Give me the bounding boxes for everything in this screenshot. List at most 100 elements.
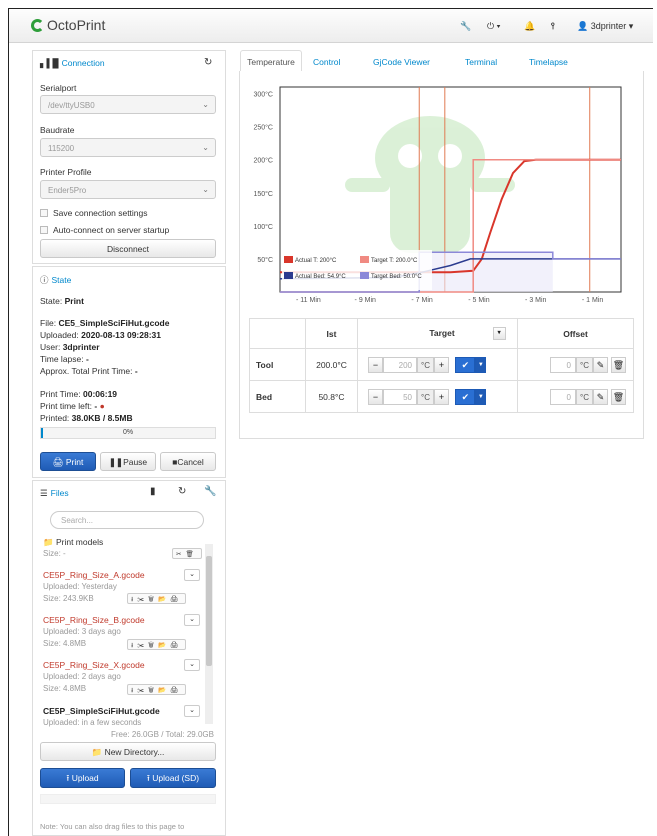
file-name[interactable]: CE5P_Ring_Size_X.gcode (43, 660, 203, 670)
refresh-icon[interactable]: ↻ (204, 57, 212, 68)
tool-offset-input[interactable]: 0 (550, 356, 576, 373)
bell-icon[interactable]: 🔔 (524, 21, 535, 32)
decrement-button[interactable]: − (368, 388, 383, 405)
file-actions[interactable]: ⭳✂🗑📂🖨 (127, 684, 187, 695)
signal-icon: ▖▌█ (40, 58, 59, 68)
file-name[interactable]: CE5P_Ring_Size_B.gcode (43, 615, 203, 625)
confirm-dropdown[interactable]: ▼ (475, 388, 487, 405)
legend-swatch (284, 256, 293, 263)
wrench-icon[interactable]: 🔧 (460, 21, 471, 32)
print-button[interactable]: 🖨 Print (40, 452, 96, 471)
x-tick-label: - 1 Min (582, 297, 604, 304)
folder-actions[interactable]: ✂🗑 (172, 548, 202, 559)
scrollbar-thumb[interactable] (206, 556, 212, 666)
disconnect-button[interactable]: Disconnect (40, 239, 216, 258)
confirm-button[interactable]: ✔ (455, 356, 476, 373)
tab-terminal[interactable]: Terminal (465, 57, 497, 67)
file-actions[interactable]: ⭳✂🗑📂🖨 (127, 593, 187, 604)
target-menu-dropdown[interactable]: ▾ (492, 327, 506, 340)
printer-profile-select[interactable]: Ender5Pro ⌄ (40, 180, 216, 199)
baudrate-select[interactable]: 115200 ⌄ (40, 138, 216, 157)
printer-profile-label: Printer Profile (40, 167, 92, 177)
chevron-down-icon[interactable]: ⌄ (184, 569, 200, 581)
progress-text: 0% (122, 429, 134, 436)
row-bed-actual: 50.8°C (305, 380, 358, 413)
files-scrollbar[interactable] (205, 544, 213, 724)
serialport-select[interactable]: /dev/ttyUSB0 ⌄ (40, 95, 216, 114)
file-name[interactable]: CE5P_Ring_Size_A.gcode (43, 570, 203, 580)
uploaded-value: 2020-08-13 09:28:31 (81, 330, 162, 340)
increment-button[interactable]: + (433, 388, 449, 405)
timeleft-line: Print time left: - ● (40, 401, 105, 411)
approx-label: Approx. Total Print Time: (40, 366, 133, 376)
search-input[interactable]: Search... (50, 511, 204, 529)
row-tool-actual: 200.0°C (305, 348, 358, 381)
new-directory-button[interactable]: 📁 New Directory... (40, 742, 216, 761)
brand[interactable]: OctoPrint (31, 17, 105, 33)
header-target: Target ▾ (357, 318, 518, 349)
bed-target-input[interactable]: 50 (383, 388, 417, 405)
confirm-dropdown[interactable]: ▼ (475, 356, 487, 373)
printtime-label: Print Time: (40, 389, 81, 399)
x-tick-label: - 11 Min (296, 297, 321, 304)
baudrate-label: Baudrate (40, 125, 75, 135)
info-icon: ⓘ (40, 275, 49, 285)
upload-button[interactable]: ⭱ Upload (40, 768, 125, 788)
chevron-down-icon[interactable]: ⌄ (184, 705, 200, 717)
y-tick-label: 250°C (253, 124, 273, 132)
navbar: OctoPrint 🔧 ⏻ ▾ 🔔 ⫯ 👤 3dprinter ▾ (9, 9, 653, 43)
tab-gcode-viewer[interactable]: GjCode Viewer (373, 57, 430, 67)
row-bed-name: Bed (249, 380, 306, 413)
state-header[interactable]: ⓘ State (40, 274, 71, 288)
chevron-down-icon[interactable]: ⌄ (184, 659, 200, 671)
user-name: 3dprinter (590, 21, 627, 31)
increment-button[interactable]: + (433, 356, 449, 373)
refresh-icon[interactable]: ↻ (178, 486, 186, 497)
state-label: State: (40, 296, 63, 306)
pencil-icon[interactable]: ✎ (592, 388, 608, 405)
checkbox-box (40, 226, 48, 234)
printed-label: Printed: (40, 413, 70, 423)
pause-button[interactable]: ❚❚Pause (100, 452, 156, 471)
pencil-icon[interactable]: ✎ (592, 356, 608, 373)
tool-target-input[interactable]: 200 (383, 356, 417, 373)
state-title: State (51, 275, 72, 285)
power-icon[interactable]: ⏻ ▾ (487, 21, 500, 32)
confirm-button[interactable]: ✔ (455, 388, 476, 405)
uploaded-line: Uploaded: 2020-08-13 09:28:31 (40, 330, 161, 340)
sliders-icon[interactable]: ⫯ (551, 21, 555, 32)
files-header[interactable]: ☰ Files (40, 488, 69, 502)
wrench-icon[interactable]: 🔧 (204, 486, 216, 497)
folder-row[interactable]: 📁 Print models (43, 537, 203, 548)
tab-temperature[interactable]: Temperature (240, 50, 302, 72)
save-connection-checkbox[interactable]: Save connection settings (40, 208, 148, 218)
tab-control[interactable]: Control (313, 57, 340, 67)
chevron-down-icon[interactable]: ⌄ (184, 614, 200, 626)
table-row: Bed 50.8°C −50 °C + ✔ ▼ 0 °C ✎ 🗑 (249, 380, 634, 413)
octoprint-logo-icon (31, 19, 44, 32)
tab-timelapse[interactable]: Timelapse (529, 57, 568, 67)
timelapse-value: - (86, 354, 89, 364)
trash-icon[interactable]: 🗑 (610, 388, 626, 405)
user-line: User: 3dprinter (40, 342, 100, 352)
connection-header[interactable]: ▖▌█ Connection (40, 58, 105, 72)
folder-icon: 📁 (91, 747, 103, 757)
new-directory-label: New Directory... (104, 747, 165, 757)
folder-name: Print models (55, 537, 104, 547)
x-tick-label: - 7 Min (411, 297, 433, 304)
file-name[interactable]: CE5P_SimpleSciFiHut.gcode (43, 706, 203, 716)
cancel-button[interactable]: ■Cancel (160, 452, 216, 471)
upload-label: Upload (71, 773, 99, 783)
row-bed-target: −50 °C + ✔ ▼ (357, 380, 518, 413)
user-menu[interactable]: 👤 3dprinter ▾ (577, 21, 633, 32)
file-actions[interactable]: ⭳✂🗑📂🖨 (127, 639, 187, 650)
drag-note: Note: You can also drag files to this pa… (40, 822, 185, 831)
file-icon[interactable]: ▮ (150, 486, 156, 497)
decrement-button[interactable]: − (368, 356, 383, 373)
printed-value: 38.0KB / 8.5MB (71, 413, 133, 423)
autoconnect-checkbox[interactable]: Auto-connect on server startup (40, 225, 169, 235)
trash-icon[interactable]: 🗑 (610, 356, 626, 373)
legend-label: Target Bed: 50.0°C (371, 274, 422, 280)
bed-offset-input[interactable]: 0 (550, 388, 576, 405)
upload-sd-button[interactable]: ⭱ Upload (SD) (130, 768, 216, 788)
